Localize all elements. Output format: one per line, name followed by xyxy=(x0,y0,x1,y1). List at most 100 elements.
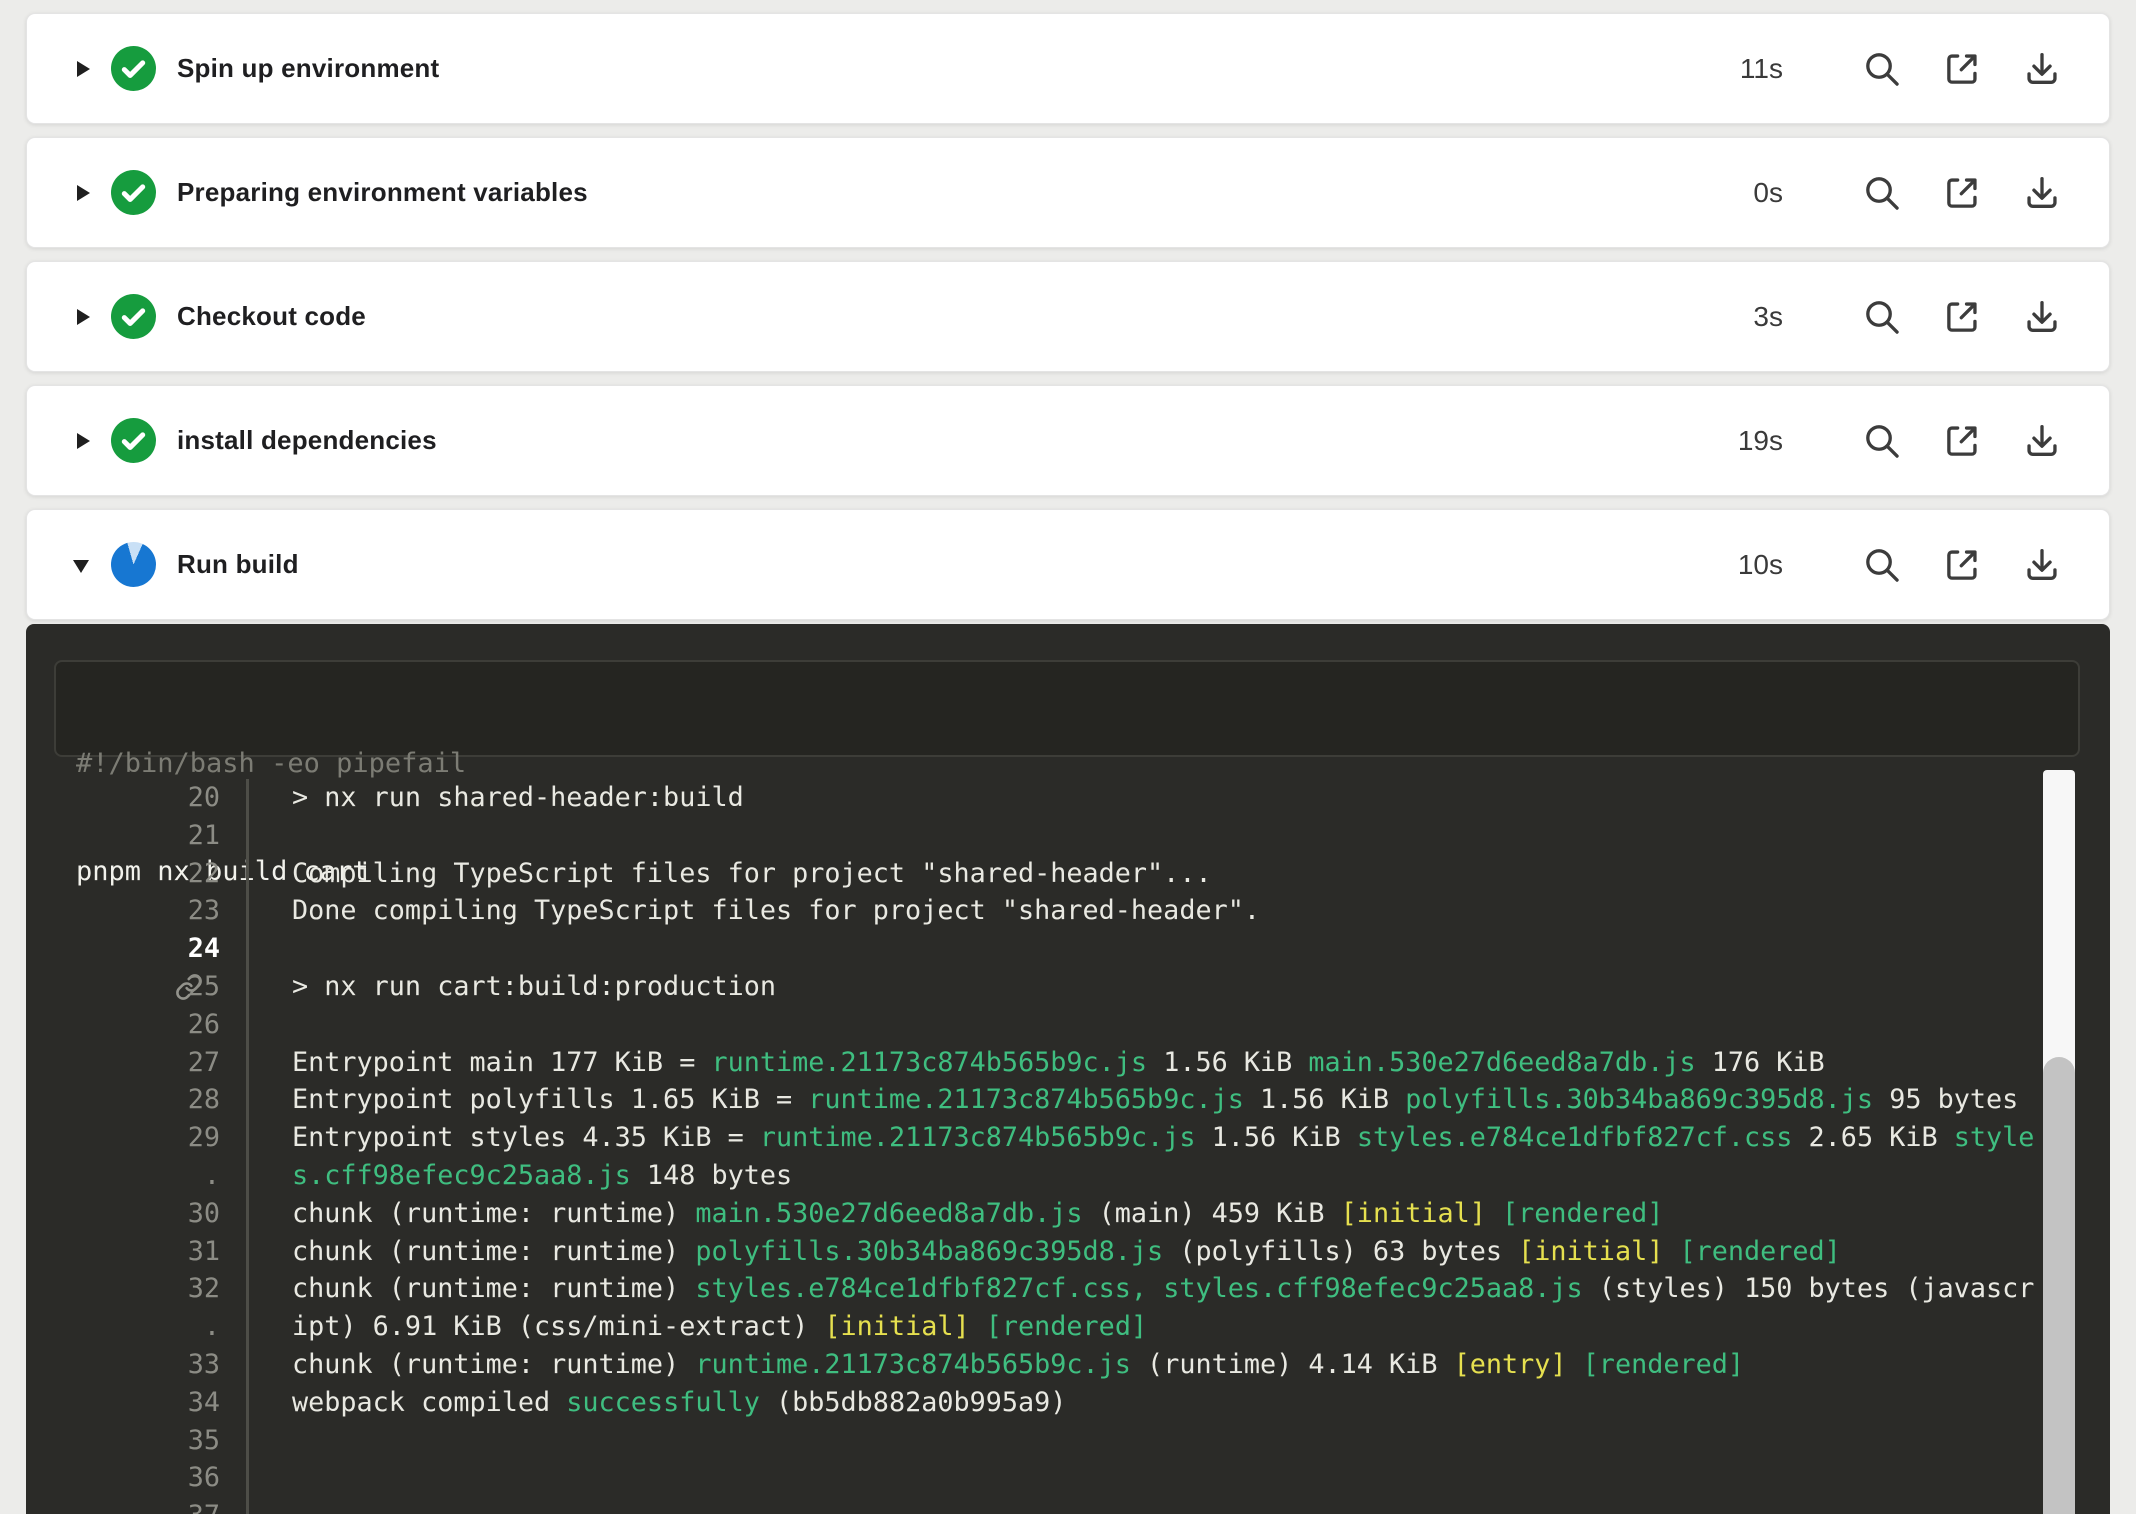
log-row: 21 xyxy=(26,817,2110,855)
step-duration: 3s xyxy=(1753,301,1783,333)
line-number[interactable]: 32 xyxy=(26,1270,220,1308)
gutter-divider xyxy=(246,817,249,855)
line-number[interactable]: 22 xyxy=(26,855,220,893)
line-number[interactable]: 28 xyxy=(26,1081,220,1119)
line-number[interactable]: 36 xyxy=(26,1459,220,1497)
download-icon[interactable] xyxy=(2019,542,2065,588)
step-title: install dependencies xyxy=(177,425,437,456)
step-title: Checkout code xyxy=(177,301,366,332)
log-line-text: webpack compiled successfully (bb5db882a… xyxy=(292,1384,1066,1422)
search-icon[interactable] xyxy=(1859,170,1905,216)
search-icon[interactable] xyxy=(1859,46,1905,92)
log-row: 26 xyxy=(26,1006,2110,1044)
gutter-divider xyxy=(246,1308,249,1346)
step-title: Spin up environment xyxy=(177,53,439,84)
build-steps-page: Spin up environment 11s Preparing enviro… xyxy=(0,0,2136,1514)
line-number[interactable]: 34 xyxy=(26,1384,220,1422)
line-number[interactable]: 23 xyxy=(26,892,220,930)
log-line-text: ipt) 6.91 KiB (css/mini-extract) [initia… xyxy=(292,1308,1147,1346)
gutter-divider xyxy=(246,1422,249,1460)
gutter-divider xyxy=(246,1119,249,1157)
open-in-new-icon[interactable] xyxy=(1939,46,1985,92)
step-duration: 10s xyxy=(1738,549,1783,581)
line-number[interactable]: 26 xyxy=(26,1006,220,1044)
log-row: .s.cff98efec9c25aa8.js 148 bytes xyxy=(26,1157,2110,1195)
expand-caret-icon[interactable] xyxy=(73,552,95,578)
log-row: 24 xyxy=(26,930,2110,968)
line-number[interactable]: 25 xyxy=(26,968,220,1006)
gutter-divider xyxy=(246,1270,249,1308)
command-box: #!/bin/bash -eo pipefail pnpm nx build c… xyxy=(54,660,2080,757)
log-row: 34 webpack compiled successfully (bb5db88… xyxy=(26,1384,2110,1422)
running-status-icon xyxy=(111,542,156,587)
download-icon[interactable] xyxy=(2019,294,2065,340)
log-row: 22 Compiling TypeScript files for project… xyxy=(26,855,2110,893)
download-icon[interactable] xyxy=(2019,46,2065,92)
log-row: 36 xyxy=(26,1459,2110,1497)
step-card[interactable]: Checkout code 3s xyxy=(26,261,2110,372)
search-icon[interactable] xyxy=(1859,542,1905,588)
log-line-text: > nx run shared-header:build xyxy=(292,779,744,817)
expand-caret-icon[interactable] xyxy=(73,56,95,82)
log-line-text: chunk (runtime: runtime) styles.e784ce1d… xyxy=(292,1270,2034,1308)
line-number[interactable]: . xyxy=(26,1157,220,1195)
gutter-divider xyxy=(246,968,249,1006)
line-number[interactable]: 30 xyxy=(26,1195,220,1233)
check-circle-icon xyxy=(111,46,156,91)
line-number[interactable]: . xyxy=(26,1308,220,1346)
gutter-divider xyxy=(246,779,249,817)
log-row: 29 Entrypoint styles 4.35 KiB = runtime.2… xyxy=(26,1119,2110,1157)
log-row: 31 chunk (runtime: runtime) polyfills.30b… xyxy=(26,1233,2110,1271)
open-in-new-icon[interactable] xyxy=(1939,170,1985,216)
log-line-text: chunk (runtime: runtime) polyfills.30b34… xyxy=(292,1233,1841,1271)
log-row: 32 chunk (runtime: runtime) styles.e784ce… xyxy=(26,1270,2110,1308)
steps-list: Spin up environment 11s Preparing enviro… xyxy=(26,13,2110,620)
step-title: Run build xyxy=(177,549,299,580)
log-row: 37 xyxy=(26,1497,2110,1514)
log-row: 20 > nx run shared-header:build xyxy=(26,779,2110,817)
line-number[interactable]: 27 xyxy=(26,1044,220,1082)
log-line-text: Compiling TypeScript files for project "… xyxy=(292,855,1212,893)
log-row: 23Done compiling TypeScript files for pr… xyxy=(26,892,2110,930)
terminal-panel: #!/bin/bash -eo pipefail pnpm nx build c… xyxy=(26,624,2110,1514)
step-duration: 19s xyxy=(1738,425,1783,457)
gutter-divider xyxy=(246,1157,249,1195)
log-line-text: > nx run cart:build:production xyxy=(292,968,776,1006)
gutter-divider xyxy=(246,855,249,893)
open-in-new-icon[interactable] xyxy=(1939,542,1985,588)
step-card[interactable]: Run build 10s xyxy=(26,509,2110,620)
log-line-text: chunk (runtime: runtime) runtime.21173c8… xyxy=(292,1346,1744,1384)
line-number[interactable]: 29 xyxy=(26,1119,220,1157)
line-number[interactable]: 20 xyxy=(26,779,220,817)
step-title: Preparing environment variables xyxy=(177,177,588,208)
download-icon[interactable] xyxy=(2019,170,2065,216)
log-scrollbar-thumb[interactable] xyxy=(2043,1057,2075,1514)
open-in-new-icon[interactable] xyxy=(1939,294,1985,340)
line-number[interactable]: 37 xyxy=(26,1497,220,1514)
log-row: . ipt) 6.91 KiB (css/mini-extract) [initi… xyxy=(26,1308,2110,1346)
gutter-divider xyxy=(246,1233,249,1271)
step-card[interactable]: Preparing environment variables 0s xyxy=(26,137,2110,248)
search-icon[interactable] xyxy=(1859,294,1905,340)
log-row: 35 xyxy=(26,1422,2110,1460)
step-card[interactable]: Spin up environment 11s xyxy=(26,13,2110,124)
search-icon[interactable] xyxy=(1859,418,1905,464)
open-in-new-icon[interactable] xyxy=(1939,418,1985,464)
line-number[interactable]: 31 xyxy=(26,1233,220,1271)
check-circle-icon xyxy=(111,170,156,215)
expand-caret-icon[interactable] xyxy=(73,304,95,330)
log-line-text: Entrypoint styles 4.35 KiB = runtime.211… xyxy=(292,1119,2034,1157)
log-row: 28Entrypoint polyfills 1.65 KiB = runtim… xyxy=(26,1081,2110,1119)
log-rows: 20 > nx run shared-header:build 2122 Compil… xyxy=(26,757,2110,1514)
line-number[interactable]: 21 xyxy=(26,817,220,855)
expand-caret-icon[interactable] xyxy=(73,428,95,454)
line-number[interactable]: 35 xyxy=(26,1422,220,1460)
download-icon[interactable] xyxy=(2019,418,2065,464)
step-card[interactable]: install dependencies 19s xyxy=(26,385,2110,496)
check-circle-icon xyxy=(111,294,156,339)
expand-caret-icon[interactable] xyxy=(73,180,95,206)
log-line-text: chunk (runtime: runtime) main.530e27d6ee… xyxy=(292,1195,1663,1233)
line-number[interactable]: 33 xyxy=(26,1346,220,1384)
line-link-icon[interactable] xyxy=(110,935,138,963)
log-scrollbar-track[interactable] xyxy=(2043,770,2075,1514)
